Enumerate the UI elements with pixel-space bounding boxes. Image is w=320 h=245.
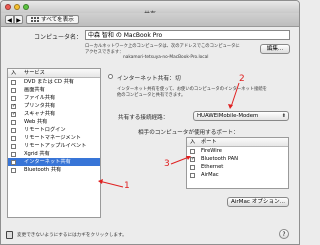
annotation-arrow-3 bbox=[170, 156, 190, 165]
annotation-arrow-1 bbox=[98, 180, 124, 188]
annotation-arrow-2 bbox=[230, 82, 240, 108]
lock-icon[interactable] bbox=[6, 231, 13, 239]
help-button[interactable]: ? bbox=[279, 229, 289, 239]
annotation-number-2: 2 bbox=[239, 74, 245, 84]
preferences-window: 共有 ◀ ▶ すべてを表示 コンピュータ名： 中森 智和 の MacBook P… bbox=[0, 0, 300, 245]
annotation-number-3: 3 bbox=[164, 159, 170, 169]
annotation-number-1: 1 bbox=[124, 181, 130, 191]
lock-text: 変更できないようにするにはカギをクリックします。 bbox=[17, 233, 127, 238]
annotation-arrows bbox=[98, 82, 240, 188]
annotation-arrowhead-1 bbox=[98, 179, 103, 184]
